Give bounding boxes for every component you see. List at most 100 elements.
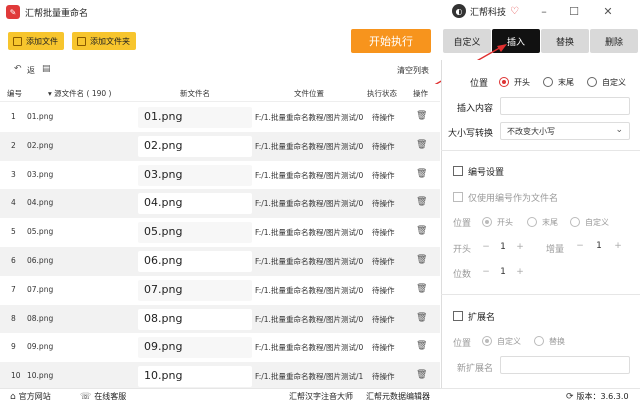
- undo-label[interactable]: 返: [27, 65, 35, 76]
- row-index: 6: [11, 256, 16, 265]
- case-select[interactable]: 不改变大小写 ⌄: [500, 122, 630, 140]
- row-location: F:/1.批量重命名教程/图片测试/07.p: [255, 285, 363, 295]
- plus-icon[interactable]: +: [512, 267, 528, 277]
- row-new-name[interactable]: 10.png: [138, 366, 252, 388]
- trash-icon[interactable]: 🗑: [416, 370, 427, 380]
- row-index: 1: [11, 112, 16, 121]
- table-row[interactable]: 909.png09.pngF:/1.批量重命名教程/图片测试/09.p待操作🗑: [0, 333, 440, 362]
- table-row[interactable]: 202.png02.pngF:/1.批量重命名教程/图片测试/02.p待操作🗑: [0, 131, 440, 161]
- minus-icon[interactable]: −: [572, 241, 588, 251]
- trash-icon[interactable]: 🗑: [416, 284, 427, 294]
- row-new-name[interactable]: 01.png: [138, 107, 252, 128]
- digits-label: 位数: [453, 270, 472, 280]
- plus-icon[interactable]: +: [610, 241, 626, 251]
- clear-list-button[interactable]: 清空列表: [397, 65, 429, 76]
- add-folder-button[interactable]: 添加文件夹: [72, 32, 136, 50]
- row-new-name[interactable]: 09.png: [138, 337, 252, 359]
- minimize-icon[interactable]: –: [536, 3, 552, 19]
- table-row[interactable]: 606.png06.pngF:/1.批量重命名教程/图片测试/06.p待操作🗑: [0, 247, 440, 276]
- row-new-name[interactable]: 08.png: [138, 308, 252, 330]
- trash-icon[interactable]: 🗑: [416, 111, 427, 121]
- row-new-name[interactable]: 05.png: [138, 222, 252, 244]
- row-new-name[interactable]: 03.png: [138, 164, 252, 186]
- app-link-pinyin[interactable]: 汇帮汉字注音大师: [289, 391, 353, 402]
- header-source-label: 源文件名 ( 190 ): [54, 89, 112, 98]
- increment-stepper[interactable]: − 1 +: [572, 238, 628, 254]
- version-info[interactable]: ⟳ 版本：3.6.3.0: [566, 391, 629, 402]
- position-start-label: 开头: [514, 78, 530, 87]
- trash-icon[interactable]: 🗑: [416, 226, 427, 236]
- tab-delete[interactable]: 删除: [590, 29, 638, 53]
- row-status: 待操作: [372, 343, 395, 353]
- row-location: F:/1.批量重命名教程/图片测试/03.p: [255, 170, 363, 180]
- minus-icon[interactable]: −: [478, 267, 494, 277]
- divider: [441, 150, 640, 151]
- position-end-radio[interactable]: [543, 77, 553, 87]
- new-ext-input[interactable]: [500, 356, 630, 374]
- trash-icon[interactable]: 🗑: [416, 313, 427, 323]
- start-value[interactable]: 1: [494, 242, 512, 252]
- add-folder-icon: [77, 36, 86, 46]
- numbering-checkbox[interactable]: [453, 166, 463, 176]
- ext-position-replace-radio[interactable]: [534, 336, 544, 346]
- position-start-radio[interactable]: [499, 77, 509, 87]
- list-icon[interactable]: ▤: [42, 64, 51, 74]
- row-new-name[interactable]: 07.png: [138, 279, 252, 301]
- increment-label: 增量: [546, 245, 565, 255]
- increment-value[interactable]: 1: [588, 241, 610, 251]
- trash-icon[interactable]: 🗑: [416, 169, 427, 179]
- ext-position-custom-radio[interactable]: [482, 336, 492, 346]
- trash-icon[interactable]: 🗑: [416, 140, 427, 150]
- numbering-label: 编号设置: [468, 168, 505, 178]
- heart-icon[interactable]: ♡: [510, 6, 519, 17]
- trash-icon[interactable]: 🗑: [416, 197, 427, 207]
- row-index: 2: [11, 140, 16, 150]
- app-link-metadata[interactable]: 汇帮元数据编辑器: [366, 391, 430, 402]
- row-new-name[interactable]: 02.png: [138, 135, 252, 157]
- row-source-name: 06.png: [27, 256, 54, 265]
- numbering-only-checkbox[interactable]: [453, 192, 463, 202]
- table-row[interactable]: 404.png04.pngF:/1.批量重命名教程/图片测试/04.p待操作🗑: [0, 189, 440, 219]
- row-status: 待操作: [372, 228, 395, 238]
- numbering-only-label: 仅使用编号作为文件名: [468, 194, 559, 204]
- table-row[interactable]: 1010.png10.pngF:/1.批量重命名教程/图片测试/10.p待操作🗑: [0, 362, 440, 391]
- minus-icon[interactable]: −: [478, 242, 494, 252]
- row-new-name[interactable]: 06.png: [138, 251, 252, 272]
- row-location: F:/1.批量重命名教程/图片测试/06.p: [255, 257, 363, 266]
- row-new-name[interactable]: 04.png: [138, 193, 252, 215]
- num-position-custom-radio[interactable]: [570, 217, 580, 227]
- tab-replace[interactable]: 替换: [541, 29, 589, 53]
- maximize-icon[interactable]: ☐: [566, 3, 582, 19]
- header-status: 执行状态: [367, 89, 397, 98]
- digits-stepper[interactable]: − 1 +: [478, 264, 528, 280]
- table-row[interactable]: 101.png01.pngF:/1.批量重命名教程/图片测试/01.p待操作🗑: [0, 103, 440, 132]
- row-status: 待操作: [372, 285, 395, 295]
- support-link[interactable]: ☏ 在线客服: [80, 391, 126, 402]
- plus-icon[interactable]: +: [512, 242, 528, 252]
- trash-icon[interactable]: 🗑: [416, 255, 427, 265]
- insert-content-input[interactable]: [500, 97, 630, 115]
- digits-value[interactable]: 1: [494, 267, 512, 277]
- position-custom-radio[interactable]: [587, 77, 597, 87]
- num-position-start-radio[interactable]: [482, 217, 492, 227]
- position-custom-label: 自定义: [602, 78, 626, 87]
- table-row[interactable]: 707.png07.pngF:/1.批量重命名教程/图片测试/07.p待操作🗑: [0, 276, 440, 305]
- website-link[interactable]: ⌂ 官方网站: [10, 391, 51, 402]
- close-icon[interactable]: ✕: [600, 3, 616, 19]
- header-source[interactable]: ▾ 源文件名 ( 190 ): [48, 88, 111, 99]
- row-location: F:/1.批量重命名教程/图片测试/10.p: [255, 372, 363, 382]
- add-folder-label: 添加文件夹: [90, 36, 130, 46]
- start-stepper[interactable]: − 1 +: [478, 239, 528, 255]
- undo-icon[interactable]: ↶: [14, 64, 22, 74]
- add-file-button[interactable]: 添加文件: [8, 32, 64, 50]
- ext-position-custom-label: 自定义: [497, 337, 521, 346]
- row-source-name: 01.png: [27, 112, 54, 121]
- table-row[interactable]: 303.png03.pngF:/1.批量重命名教程/图片测试/03.p待操作🗑: [0, 161, 440, 190]
- extension-checkbox[interactable]: [453, 311, 463, 321]
- table-row[interactable]: 808.png08.pngF:/1.批量重命名教程/图片测试/08.p待操作🗑: [0, 304, 440, 334]
- table-row[interactable]: 505.png05.pngF:/1.批量重命名教程/图片测试/05.p待操作🗑: [0, 218, 440, 247]
- num-position-end-radio[interactable]: [527, 217, 537, 227]
- trash-icon[interactable]: 🗑: [416, 341, 427, 351]
- position-end-label: 末尾: [558, 78, 574, 87]
- header-action: 操作: [413, 89, 428, 98]
